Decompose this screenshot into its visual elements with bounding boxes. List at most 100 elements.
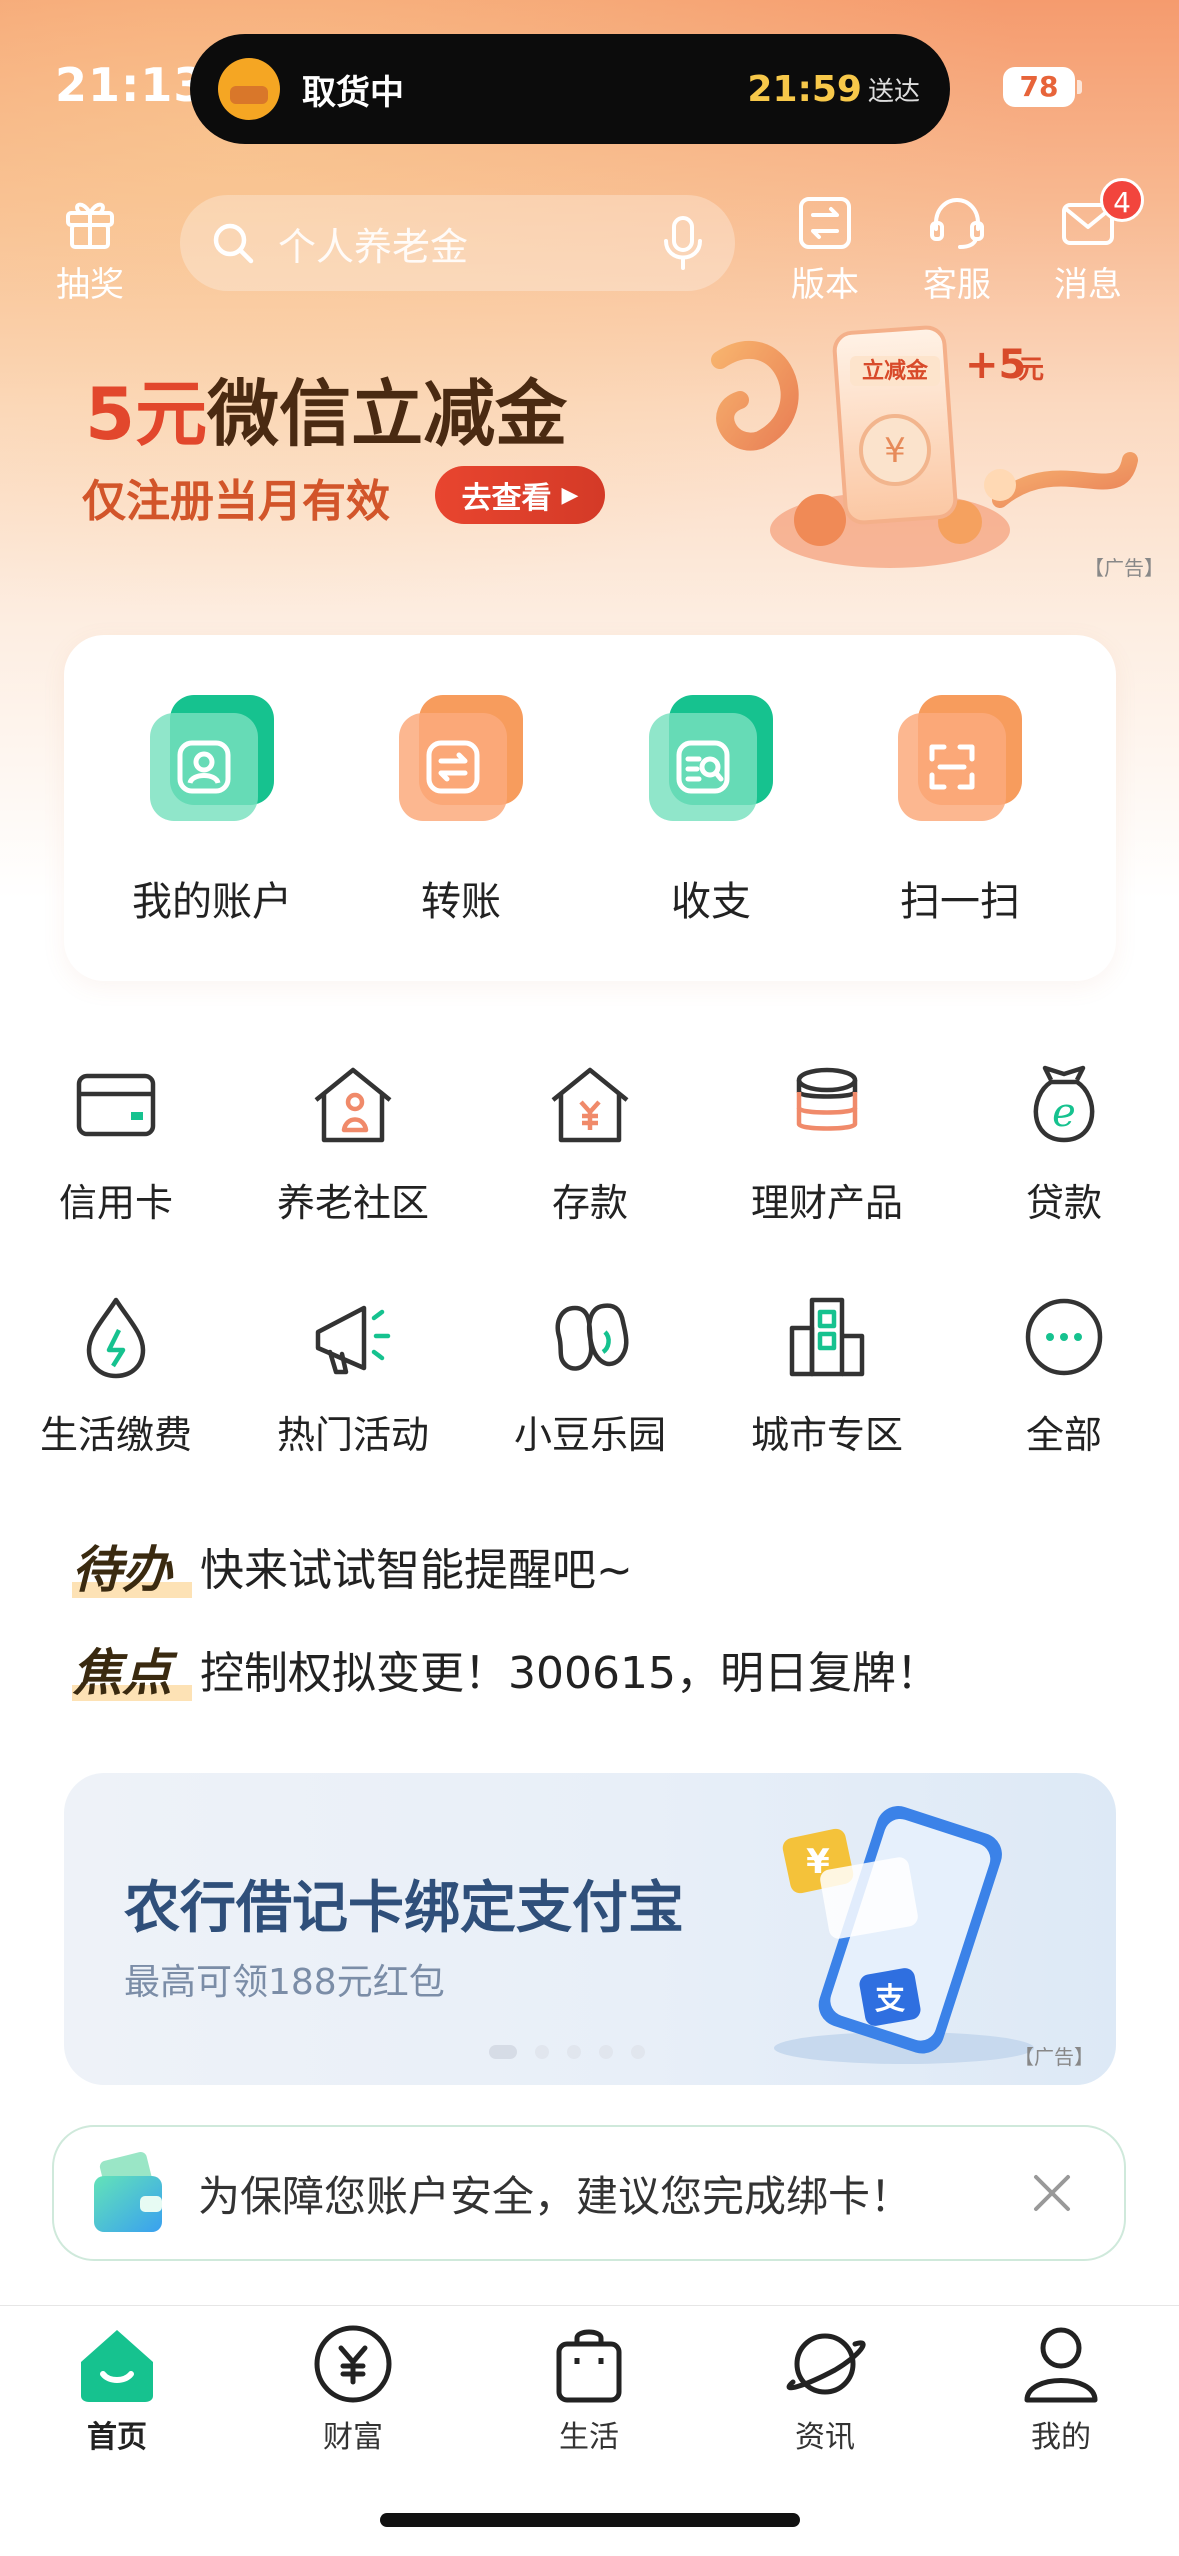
wallet-icon bbox=[94, 2151, 162, 2232]
quick-my-account[interactable]: 我的账户 bbox=[112, 695, 312, 927]
quick-my-account-label: 我的账户 bbox=[132, 879, 292, 925]
battery-indicator: 78 bbox=[1003, 67, 1082, 107]
grid-bean-park[interactable]: 小豆乐园 bbox=[485, 1292, 695, 1459]
grid-hot-activities[interactable]: 热门活动 bbox=[248, 1292, 458, 1459]
search-input[interactable]: 个人养老金 bbox=[278, 216, 661, 271]
grid-utility-payment-label: 生活缴费 bbox=[39, 1413, 192, 1457]
live-activity[interactable]: 取货中 21:59 送达 bbox=[190, 34, 950, 144]
lottery-button[interactable]: 抽奖 bbox=[40, 195, 140, 306]
grid-deposit[interactable]: 存款 bbox=[485, 1060, 695, 1227]
headset-icon bbox=[930, 197, 984, 249]
banner-art-label: 立减金 bbox=[862, 358, 929, 384]
tab-news[interactable]: 资讯 bbox=[725, 2324, 925, 2456]
svg-text:e: e bbox=[1052, 1090, 1076, 1136]
search-icon bbox=[213, 223, 254, 264]
status-time: 21:13 bbox=[55, 58, 207, 112]
focus-tag: 焦点 bbox=[72, 1633, 192, 1705]
grid-hot-activities-label: 热门活动 bbox=[276, 1413, 429, 1457]
grid-city-zone[interactable]: 城市专区 bbox=[722, 1292, 932, 1459]
phone-coins-illustration: 立减金 ¥ +5 元 bbox=[711, 325, 1138, 568]
quick-transfer-label: 转账 bbox=[421, 879, 501, 925]
tab-home-label: 首页 bbox=[87, 2420, 147, 2455]
deposit-icon bbox=[551, 1067, 629, 1143]
grid-wealth-product-label: 理财产品 bbox=[750, 1181, 903, 1225]
svg-text:¥: ¥ bbox=[884, 431, 906, 471]
close-icon[interactable] bbox=[1030, 2171, 1074, 2215]
grid-loan-label: 贷款 bbox=[1025, 1181, 1102, 1225]
grid-credit-card-label: 信用卡 bbox=[58, 1181, 173, 1225]
phone-payment-illustration: ¥ 支 bbox=[774, 1806, 1034, 2064]
tab-life[interactable]: 生活 bbox=[489, 2324, 689, 2456]
promo-title: 农行借记卡绑定支付宝 bbox=[124, 1876, 684, 1941]
bind-card-notice-text: 为保障您账户安全，建议您完成绑卡！ bbox=[198, 2171, 913, 2221]
grid-elder-community[interactable]: 养老社区 bbox=[248, 1060, 458, 1227]
home-indicator bbox=[380, 2513, 800, 2527]
grid-utility-payment[interactable]: 生活缴费 bbox=[11, 1292, 221, 1459]
wealth-product-icon bbox=[796, 1067, 858, 1131]
quick-transfer[interactable]: 转账 bbox=[361, 695, 561, 927]
grid-loan[interactable]: e 贷款 bbox=[959, 1060, 1169, 1227]
bind-card-notice[interactable]: 为保障您账户安全，建议您完成绑卡！ bbox=[52, 2125, 1126, 2261]
search-bar[interactable]: 个人养老金 bbox=[180, 195, 735, 291]
promo-subtitle: 最高可领188元红包 bbox=[124, 1962, 445, 2003]
grid-deposit-label: 存款 bbox=[551, 1181, 628, 1225]
svg-text:支: 支 bbox=[875, 1982, 905, 2017]
tab-life-label: 生活 bbox=[559, 2420, 619, 2455]
credit-card-icon bbox=[76, 1073, 156, 1137]
todo-tag: 待办 bbox=[72, 1530, 192, 1602]
courier-icon bbox=[218, 58, 280, 120]
grid-elder-community-label: 养老社区 bbox=[276, 1181, 429, 1225]
account-icon bbox=[148, 695, 276, 823]
wealth-icon bbox=[314, 2325, 392, 2403]
megaphone-icon bbox=[315, 1305, 391, 1375]
scan-icon bbox=[896, 695, 1024, 823]
grid-all[interactable]: 全部 bbox=[959, 1292, 1169, 1459]
more-icon bbox=[1025, 1298, 1103, 1376]
microphone-icon[interactable] bbox=[661, 215, 705, 271]
elder-community-icon bbox=[314, 1067, 392, 1143]
banner-title[interactable]: 5元微信立减金 bbox=[85, 355, 567, 460]
live-activity-label: 取货中 bbox=[302, 72, 404, 113]
version-label: 版本 bbox=[791, 265, 859, 305]
customer-service-button[interactable]: 客服 bbox=[907, 195, 1007, 306]
promo-ad-tag: 【广告】 bbox=[1014, 2045, 1094, 2069]
grid-credit-card[interactable]: 信用卡 bbox=[11, 1060, 221, 1227]
todo-text: 快来试试智能提醒吧~ bbox=[200, 1545, 633, 1596]
banner-view-button[interactable]: 去查看 ▶ bbox=[435, 466, 605, 524]
tab-mine[interactable]: 我的 bbox=[961, 2324, 1161, 2456]
loan-icon: e bbox=[1033, 1065, 1095, 1143]
version-icon bbox=[799, 197, 851, 249]
planet-icon bbox=[786, 2333, 866, 2395]
triangle-right-icon: ▶ bbox=[561, 482, 579, 508]
banner-title-highlight: 5元 bbox=[85, 372, 208, 456]
income-expense-icon bbox=[647, 695, 775, 823]
banner-art-unit: 元 bbox=[1018, 355, 1044, 385]
tab-home[interactable]: 首页 bbox=[17, 2324, 217, 2456]
messages-badge: 4 bbox=[1100, 178, 1144, 222]
grid-city-zone-label: 城市专区 bbox=[750, 1413, 903, 1457]
transfer-icon bbox=[397, 695, 525, 823]
lottery-label: 抽奖 bbox=[56, 265, 124, 305]
tab-news-label: 资讯 bbox=[795, 2420, 855, 2455]
grid-all-label: 全部 bbox=[1025, 1413, 1102, 1457]
live-activity-eta: 21:59 bbox=[747, 68, 862, 110]
todo-row[interactable]: 待办 快来试试智能提醒吧~ bbox=[72, 1530, 633, 1602]
quick-income-expense-label: 收支 bbox=[671, 879, 751, 925]
banner-title-rest: 微信立减金 bbox=[207, 372, 568, 456]
alipay-promo-banner[interactable]: 农行借记卡绑定支付宝 最高可领188元红包 ¥ 支 【广告】 bbox=[64, 1773, 1116, 2085]
quick-scan[interactable]: 扫一扫 bbox=[860, 695, 1060, 927]
carousel-dots[interactable] bbox=[489, 2045, 645, 2059]
gift-icon bbox=[66, 202, 114, 249]
quick-income-expense[interactable]: 收支 bbox=[611, 695, 811, 927]
version-button[interactable]: 版本 bbox=[775, 195, 875, 306]
focus-row[interactable]: 焦点 控制权拟变更！300615，明日复牌！ bbox=[72, 1633, 940, 1705]
quick-scan-label: 扫一扫 bbox=[900, 879, 1020, 925]
bean-park-icon bbox=[555, 1303, 629, 1371]
banner-illustration[interactable]: 立减金 ¥ +5 元 bbox=[700, 300, 1140, 580]
utility-payment-icon bbox=[86, 1297, 146, 1379]
banner-view-label: 去查看 bbox=[461, 481, 552, 516]
shopping-bag-icon bbox=[556, 2329, 622, 2403]
focus-text: 控制权拟变更！300615，明日复牌！ bbox=[200, 1648, 940, 1699]
tab-wealth[interactable]: 财富 bbox=[253, 2324, 453, 2456]
grid-wealth-product[interactable]: 理财产品 bbox=[722, 1060, 932, 1227]
